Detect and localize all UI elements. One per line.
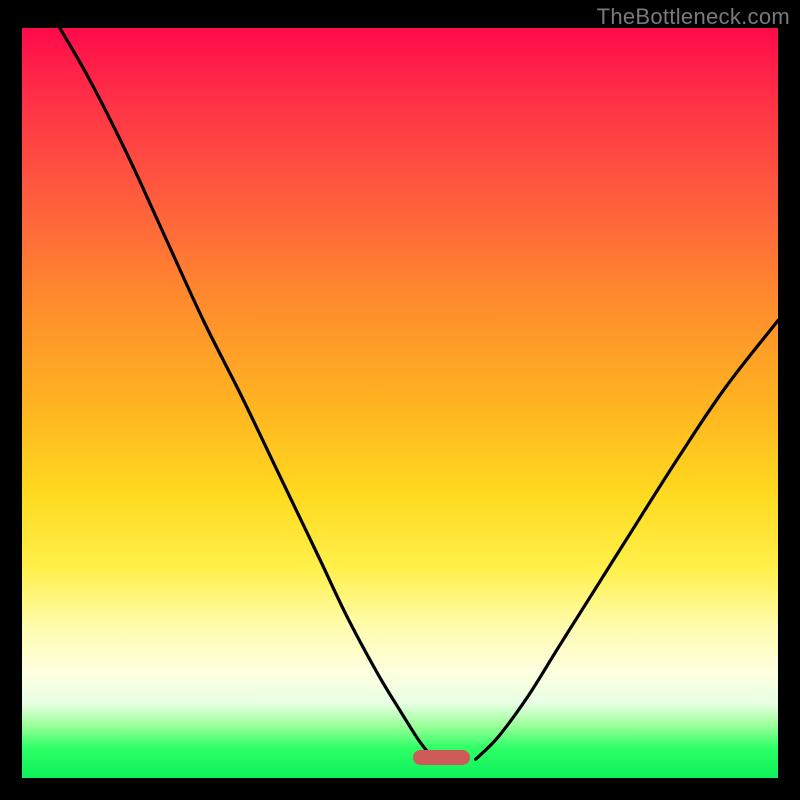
bottleneck-curve bbox=[22, 28, 778, 778]
bottleneck-marker-pill bbox=[413, 750, 470, 765]
chart-frame: TheBottleneck.com bbox=[0, 0, 800, 800]
watermark-text: TheBottleneck.com bbox=[597, 4, 790, 30]
plot-area bbox=[22, 28, 778, 778]
